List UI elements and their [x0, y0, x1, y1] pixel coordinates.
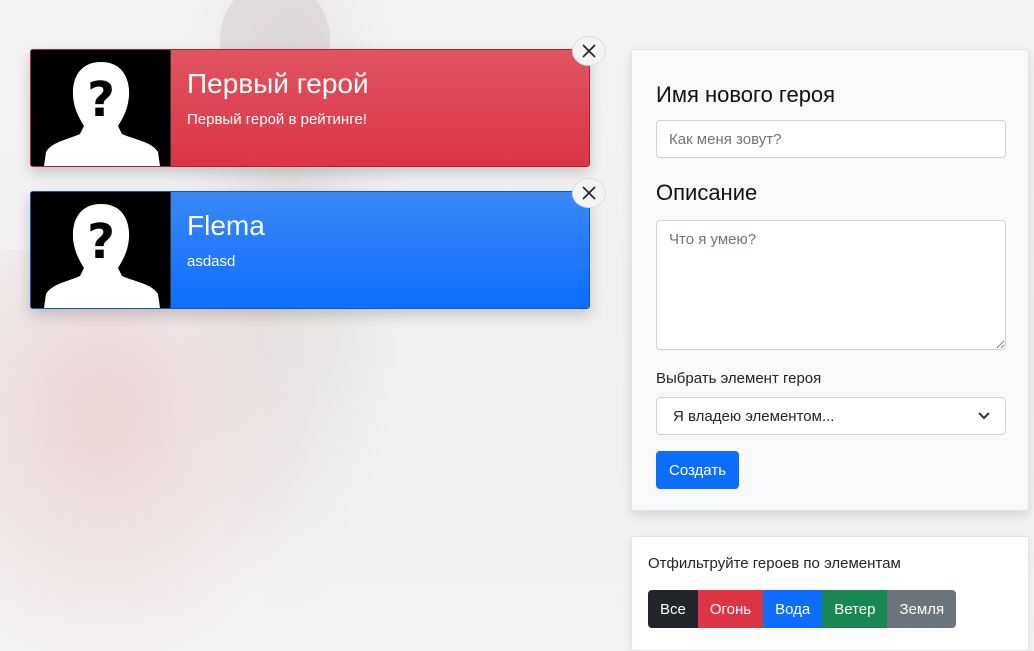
hero-description-textarea[interactable]: [656, 220, 1006, 350]
name-heading: Имя нового героя: [656, 82, 836, 107]
close-icon: [582, 44, 596, 58]
filter-title: Отфильтруйте героев по элементам: [648, 555, 901, 572]
filter-all-button[interactable]: Все: [648, 590, 698, 628]
new-hero-form: Имя нового героя Описание Выбрать элемен…: [631, 49, 1029, 511]
filter-wind-button[interactable]: Ветер: [822, 590, 888, 628]
hero-card: ? Первый герой Первый герой в рейтинге!: [30, 36, 606, 167]
element-select-value: Я владею элементом...: [673, 407, 835, 425]
hero-body: Flema asdasd: [171, 192, 589, 308]
close-icon: [582, 186, 596, 200]
hero-description: Первый герой в рейтинге!: [187, 111, 367, 128]
element-select[interactable]: Я владею элементом...: [656, 397, 1006, 435]
element-filter-panel: Отфильтруйте героев по элементам Все Ого…: [631, 536, 1029, 651]
delete-hero-button[interactable]: [572, 178, 606, 208]
filter-fire-button[interactable]: Огонь: [697, 590, 764, 628]
hero-avatar: ?: [31, 50, 171, 166]
filter-water-button[interactable]: Вода: [763, 590, 823, 628]
unknown-person-icon: ?: [43, 62, 160, 166]
svg-text:?: ?: [87, 72, 115, 128]
element-select-label: Выбрать элемент героя: [656, 370, 822, 387]
create-hero-button[interactable]: Создать: [656, 451, 740, 489]
hero-name: Flema: [187, 210, 265, 241]
description-heading: Описание: [656, 180, 758, 205]
chevron-down-icon: [978, 412, 990, 420]
hero-name: Первый герой: [187, 68, 369, 99]
svg-text:?: ?: [87, 214, 115, 270]
hero-avatar: ?: [31, 192, 171, 308]
hero-description: asdasd: [187, 253, 236, 270]
filter-button-group: Все Огонь Вода Ветер Земля: [648, 590, 1012, 628]
hero-card: ? Flema asdasd: [30, 178, 606, 309]
hero-name-input[interactable]: [656, 120, 1006, 158]
filter-earth-button[interactable]: Земля: [887, 590, 957, 628]
unknown-person-icon: ?: [43, 204, 160, 308]
delete-hero-button[interactable]: [572, 36, 606, 66]
hero-body: Первый герой Первый герой в рейтинге!: [171, 50, 589, 166]
